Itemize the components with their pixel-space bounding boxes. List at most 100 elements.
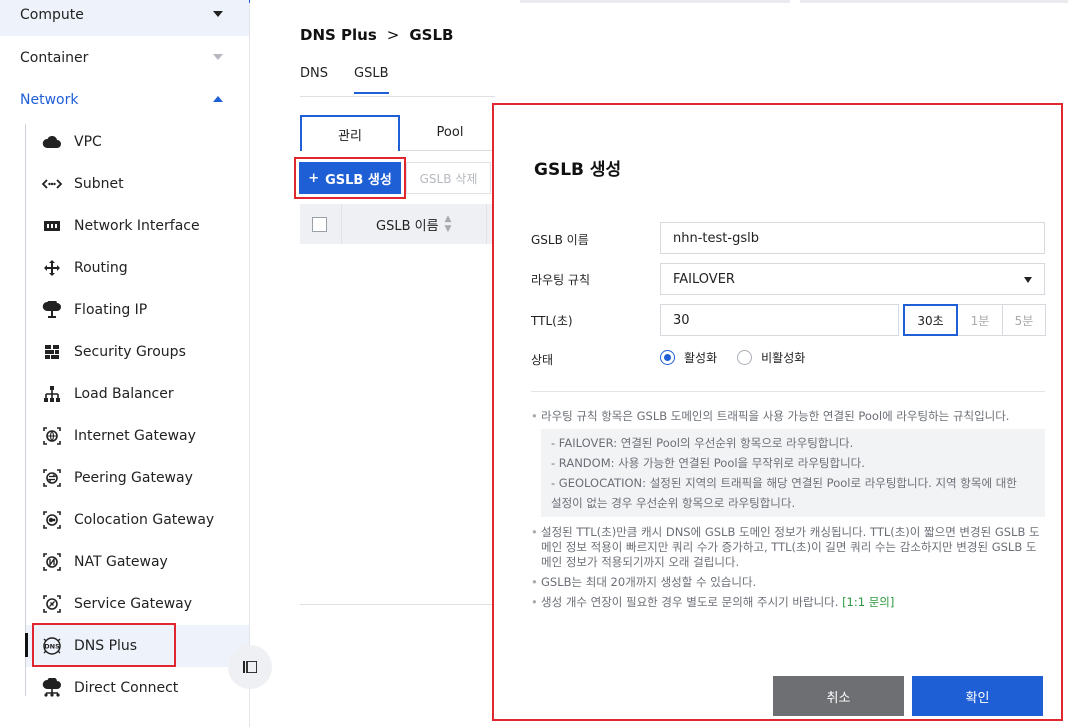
category-label: Compute — [20, 7, 84, 23]
note-routing: 라우팅 규칙 항목은 GSLB 도메인의 트래픽을 사용 가능한 연결된 Poo… — [531, 409, 1045, 424]
status-active-radio[interactable] — [660, 350, 675, 365]
sidebar-collapse-button[interactable] — [228, 645, 272, 689]
sidebar-item-label: Direct Connect — [74, 680, 179, 696]
table-bottom-border — [300, 604, 495, 605]
column-divider — [341, 204, 342, 244]
sidebar-item-network-interface[interactable]: Network Interface — [26, 205, 249, 247]
service-gateway-icon — [42, 594, 62, 614]
load-balancer-icon — [42, 384, 62, 404]
table-header: GSLB 이름 ▲ ▼ — [300, 204, 495, 244]
security-groups-icon — [42, 342, 62, 362]
sidebar-item-subnet[interactable]: Subnet — [26, 163, 249, 205]
tab-pool[interactable]: Pool — [400, 115, 500, 151]
top-strip — [800, 0, 1068, 3]
sidebar-item-vpc[interactable]: VPC — [26, 121, 249, 163]
active-marker — [25, 633, 28, 657]
sidebar-item-label: Floating IP — [74, 302, 148, 318]
column-header-label: GSLB 이름 — [376, 218, 439, 234]
cancel-button[interactable]: 취소 — [773, 676, 904, 716]
sidebar-item-label: Internet Gateway — [74, 428, 196, 444]
gslb-tabs: 관리 Pool — [300, 115, 500, 151]
nat-gateway-icon — [42, 552, 62, 572]
column-header-gslb-name[interactable]: GSLB 이름 ▲ ▼ — [376, 214, 451, 234]
category-label: Network — [20, 92, 79, 108]
inquiry-text: 생성 개수 연장이 필요한 경우 별도로 문의해 주시기 바랍니다. — [541, 595, 839, 609]
routing-rule-label: 라우팅 규칙 — [531, 273, 591, 287]
ttl-input[interactable]: 30 — [660, 304, 899, 336]
internet-gateway-icon — [42, 426, 62, 446]
colocation-gateway-icon — [42, 510, 62, 530]
status-inactive-label: 비활성화 — [761, 351, 806, 365]
sidebar-item-label: Service Gateway — [74, 596, 193, 612]
routing-item-geolocation: - GEOLOCATION: 설정된 지역의 트래픽을 해당 연결된 Pool로… — [551, 476, 1017, 510]
sidebar-category-compute[interactable]: Compute — [0, 0, 249, 36]
subtabs: DNS GSLB — [300, 66, 389, 94]
sidebar-item-nat-gateway[interactable]: NAT Gateway — [26, 541, 249, 583]
category-label: Container — [20, 50, 89, 66]
create-gslb-modal: GSLB 생성 GSLB 이름 nhn-test-gslb 라우팅 규칙 FAI… — [492, 103, 1063, 721]
routing-item-random: - RANDOM: 사용 가능한 연결된 Pool을 무작위로 라우팅합니다. — [551, 456, 865, 470]
modal-divider — [531, 391, 1045, 392]
select-all-checkbox[interactable] — [312, 216, 327, 232]
highlight-box-create-button — [294, 157, 406, 199]
sidebar-item-routing[interactable]: Routing — [26, 247, 249, 289]
sidebar-item-direct-connect[interactable]: Direct Connect — [26, 667, 249, 709]
sidebar-item-peering-gateway[interactable]: Peering Gateway — [26, 457, 249, 499]
breadcrumb: DNS Plus > GSLB — [300, 26, 453, 44]
modal-title: GSLB 생성 — [534, 160, 622, 180]
confirm-button[interactable]: 확인 — [912, 676, 1043, 716]
routing-rule-select[interactable]: FAILOVER — [660, 263, 1045, 295]
collapse-icon — [243, 661, 257, 673]
ttl-option-5m[interactable]: 5분 — [1002, 304, 1046, 336]
sidebar-item-label: Security Groups — [74, 344, 186, 360]
sort-icon: ▲ ▼ — [444, 214, 452, 234]
sidebar-item-label: Network Interface — [74, 218, 200, 234]
help-notes: 라우팅 규칙 항목은 GSLB 도메인의 트래픽을 사용 가능한 연결된 Poo… — [531, 409, 1045, 615]
network-interface-icon — [42, 216, 62, 236]
floating-ip-icon — [42, 300, 62, 320]
sidebar-item-colocation-gateway[interactable]: Colocation Gateway — [26, 499, 249, 541]
column-divider — [486, 204, 487, 244]
status-active-label: 활성화 — [684, 351, 718, 365]
top-strip — [520, 0, 790, 3]
ttl-option-1m[interactable]: 1분 — [957, 304, 1003, 336]
sidebar-item-security-groups[interactable]: Security Groups — [26, 331, 249, 373]
sidebar-item-service-gateway[interactable]: Service Gateway — [26, 583, 249, 625]
sidebar-item-label: Peering Gateway — [74, 470, 193, 486]
status-inactive-radio[interactable] — [737, 350, 753, 365]
sidebar-item-load-balancer[interactable]: Load Balancer — [26, 373, 249, 415]
sidebar-category-container[interactable]: Container — [0, 37, 249, 79]
sidebar-item-floating-ip[interactable]: Floating IP — [26, 289, 249, 331]
sidebar-item-label: VPC — [74, 134, 102, 150]
routing-item-failover: - FAILOVER: 연결된 Pool의 우선순위 항목으로 라우팅합니다. — [551, 436, 854, 450]
gslb-name-input[interactable]: nhn-test-gslb — [660, 222, 1045, 254]
sidebar-item-label: Colocation Gateway — [74, 512, 215, 528]
breadcrumb-separator: > — [386, 26, 400, 44]
routing-rule-value: FAILOVER — [673, 271, 735, 287]
sidebar-item-label: Subnet — [74, 176, 124, 192]
highlight-box-dns-plus — [32, 623, 176, 667]
sidebar-category-network[interactable]: Network — [0, 79, 249, 121]
sidebar-item-label: NAT Gateway — [74, 554, 168, 570]
sidebar-item-internet-gateway[interactable]: Internet Gateway — [26, 415, 249, 457]
sidebar-item-label: Routing — [74, 260, 128, 276]
note-inquiry: 생성 개수 연장이 필요한 경우 별도로 문의해 주시기 바랍니다. [1:1 … — [531, 595, 1045, 610]
note-ttl: 설정된 TTL(초)만큼 캐시 DNS에 GSLB 도메인 정보가 캐싱됩니다.… — [531, 525, 1045, 570]
ttl-option-30s[interactable]: 30초 — [903, 304, 958, 336]
tab-gslb[interactable]: GSLB — [354, 66, 389, 94]
breadcrumb-service[interactable]: DNS Plus — [300, 26, 377, 44]
direct-connect-icon — [42, 678, 62, 698]
sidebar: Compute Container Network VPC Subnet Net… — [0, 0, 250, 727]
inquiry-link[interactable]: [1:1 문의] — [842, 595, 894, 609]
status-radio-group: 활성화 비활성화 — [660, 349, 805, 366]
tab-dns[interactable]: DNS — [300, 66, 328, 94]
subnet-icon — [42, 174, 62, 194]
note-max: GSLB는 최대 20개까지 생성할 수 있습니다. — [531, 575, 1045, 590]
tab-management[interactable]: 관리 — [300, 115, 400, 151]
status-label: 상태 — [531, 353, 554, 367]
routing-icon — [42, 258, 62, 278]
chevron-down-icon — [1024, 277, 1032, 283]
delete-gslb-button[interactable]: GSLB 삭제 — [406, 162, 491, 194]
routing-rule-details: - FAILOVER: 연결된 Pool의 우선순위 항목으로 라우팅합니다. … — [541, 429, 1045, 517]
cloud-icon — [42, 132, 62, 152]
